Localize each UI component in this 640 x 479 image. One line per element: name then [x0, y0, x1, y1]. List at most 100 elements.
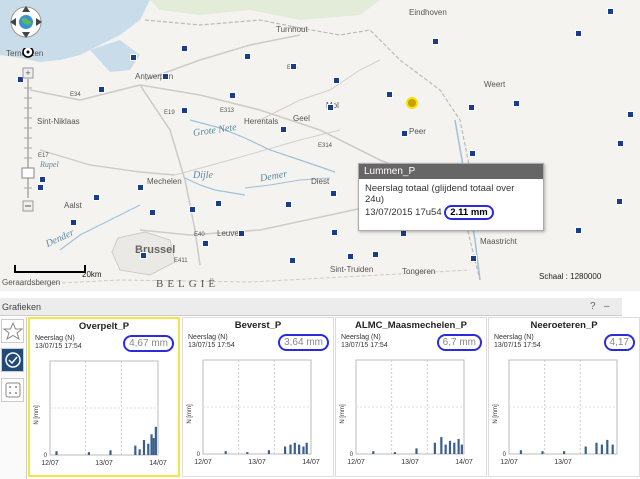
popup-line2: 24u)	[365, 194, 385, 205]
layout-button[interactable]	[1, 378, 24, 402]
rain-bar	[87, 452, 90, 455]
rain-bar	[563, 451, 566, 454]
road-label: E34	[70, 92, 81, 98]
rain-bar	[267, 450, 270, 454]
chart-card[interactable]: Beverst_P Neerslag (N) 13/07/15 17:54 3,64 …	[182, 317, 334, 477]
select-button[interactable]	[1, 348, 24, 372]
chart-title: Beverst_P	[234, 320, 282, 331]
rain-bar	[600, 444, 603, 454]
station-marker[interactable]	[386, 91, 393, 98]
chart-subtitle: Neerslag (N) 13/07/15 17:54	[35, 335, 82, 351]
station-marker[interactable]	[330, 190, 337, 197]
minimize-button[interactable]: –	[604, 301, 610, 312]
station-marker[interactable]	[229, 92, 236, 99]
station-marker[interactable]	[93, 194, 100, 201]
station-marker[interactable]	[607, 8, 614, 15]
chart-title: ALMC_Maasmechelen_P	[355, 320, 467, 331]
help-button[interactable]: ?	[590, 301, 596, 312]
chart-card[interactable]: ALMC_Maasmechelen_P Neerslag (N) 13/07/15 …	[335, 317, 487, 477]
place-label: Sint-Truiden	[330, 265, 374, 274]
station-marker[interactable]	[70, 219, 77, 226]
station-marker[interactable]	[627, 111, 634, 118]
station-marker[interactable]	[130, 54, 137, 61]
station-marker[interactable]	[513, 100, 520, 107]
x-tick-label: 12/07	[500, 459, 518, 466]
station-marker[interactable]	[37, 184, 44, 191]
station-marker[interactable]	[98, 86, 105, 93]
place-label: Peer	[409, 127, 426, 136]
chart-card[interactable]: Overpelt_P Neerslag (N) 13/07/15 17:54 4,67…	[28, 317, 180, 477]
station-marker[interactable]	[468, 104, 475, 111]
chart-measure-label: Neerslag (N)	[35, 335, 75, 342]
station-marker[interactable]	[181, 107, 188, 114]
place-label: Sint-Niklaas	[37, 117, 80, 126]
zoom-handle	[21, 167, 35, 179]
station-marker[interactable]	[140, 252, 147, 259]
road-label: E40	[194, 232, 205, 238]
chart-card[interactable]: Neeroeteren_P Neerslag (N) 13/07/15 17:54 4…	[488, 317, 640, 477]
dice-icon	[5, 382, 21, 398]
chart-toolbar	[0, 317, 27, 479]
rain-bar	[519, 450, 522, 454]
scale-text: Schaal : 1280000	[539, 272, 602, 281]
chart-measure-label: Neerslag (N)	[494, 334, 534, 341]
station-marker[interactable]	[400, 230, 407, 237]
station-marker[interactable]	[162, 73, 169, 80]
rain-bar	[134, 445, 137, 455]
x-tick-label: 13/07	[248, 459, 266, 466]
rainfall-chart: N [mm] 012/07 13/07 14/07	[187, 359, 320, 466]
station-marker[interactable]	[333, 77, 340, 84]
station-marker[interactable]	[617, 140, 624, 147]
star-icon	[2, 321, 24, 341]
station-marker[interactable]	[244, 53, 251, 60]
station-marker[interactable]	[372, 251, 379, 258]
station-marker[interactable]	[215, 200, 222, 207]
station-marker[interactable]	[285, 201, 292, 208]
rain-bar	[415, 448, 418, 454]
station-marker[interactable]	[280, 126, 287, 133]
station-marker[interactable]	[616, 198, 623, 205]
station-marker[interactable]	[469, 150, 476, 157]
station-marker[interactable]	[290, 63, 297, 70]
station-marker[interactable]	[401, 130, 408, 137]
station-marker[interactable]	[289, 257, 296, 264]
station-popup: Lummen_P Neerslag totaal (glijdend totaa…	[358, 163, 544, 231]
station-marker[interactable]	[470, 255, 477, 262]
check-circle-icon	[5, 352, 21, 368]
station-marker[interactable]	[149, 209, 156, 216]
pan-control[interactable]	[6, 4, 46, 44]
station-marker[interactable]	[137, 184, 144, 191]
station-marker[interactable]	[575, 30, 582, 37]
station-marker[interactable]	[39, 176, 46, 183]
station-marker[interactable]	[189, 206, 196, 213]
map-view[interactable]: Eindhoven Turnhout Antwerpen Weert Terne…	[0, 0, 640, 291]
rain-bar	[444, 444, 447, 454]
station-marker[interactable]	[432, 38, 439, 45]
station-marker[interactable]	[347, 253, 354, 260]
svg-text:+: +	[25, 68, 30, 78]
selected-station-marker[interactable]	[406, 97, 418, 109]
river-label: Dijle	[193, 170, 213, 181]
rain-bar	[298, 444, 301, 454]
station-marker[interactable]	[327, 104, 334, 111]
favorite-button[interactable]	[1, 319, 24, 343]
x-tick-label: 14/07	[455, 459, 473, 466]
station-marker[interactable]	[181, 45, 188, 52]
chart-timestamp: 13/07/15 17:54	[494, 342, 541, 349]
x-tick-label: 13/07	[554, 459, 572, 466]
road-label: E19	[164, 110, 175, 116]
chart-current-value: 3,64 mm	[278, 334, 329, 351]
road-label: E314	[318, 143, 333, 149]
station-marker[interactable]	[331, 229, 338, 236]
rain-bar	[372, 451, 375, 454]
rain-bar	[246, 452, 249, 454]
rain-bar	[138, 449, 141, 455]
station-marker[interactable]	[575, 227, 582, 234]
station-marker[interactable]	[202, 240, 209, 247]
zoom-slider[interactable]: +	[20, 46, 36, 218]
popup-time: 13/07/2015 17u54	[365, 207, 442, 218]
rainfall-chart: N [mm] 012/07 13/07	[493, 359, 618, 466]
place-label: Geel	[293, 114, 310, 123]
station-marker[interactable]	[238, 230, 245, 237]
rain-bar	[541, 451, 544, 454]
